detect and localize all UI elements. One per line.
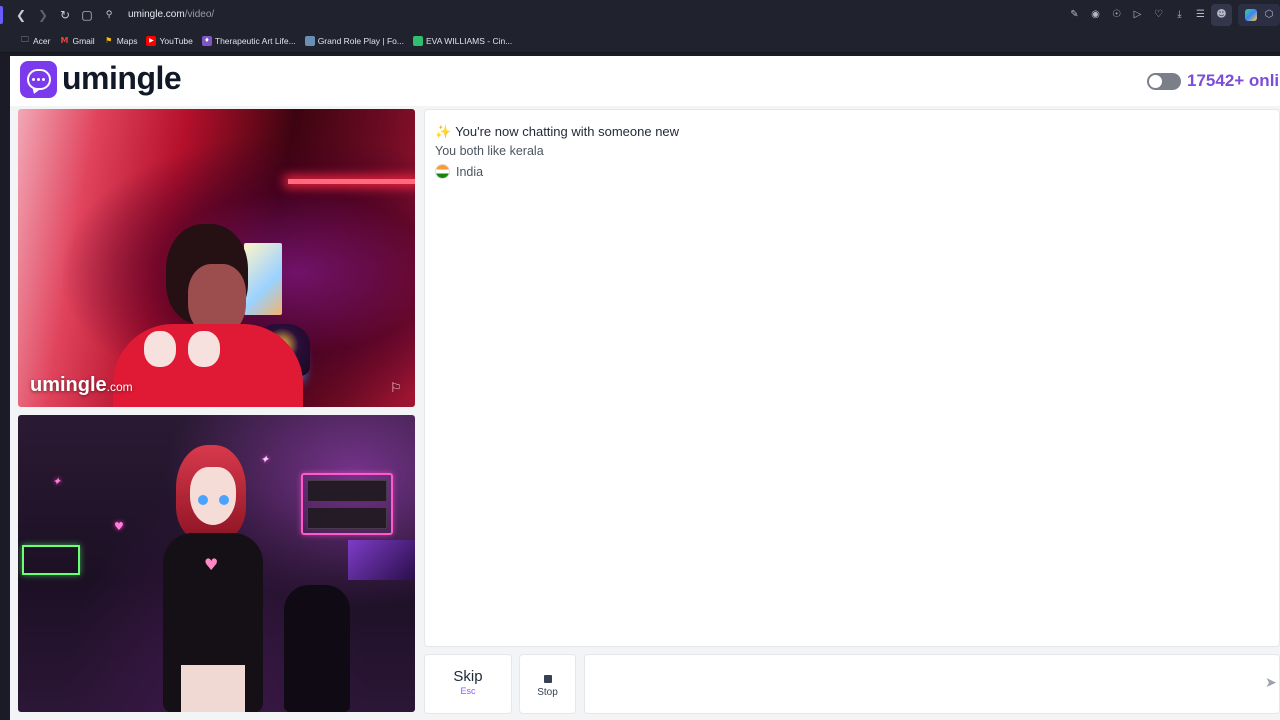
download-icon[interactable]: ⤓ [1169, 4, 1190, 26]
india-flag-icon [435, 164, 450, 179]
bookmarks-bar: 🗀 Acer M Gmail ⚑ Maps ▶ YouTube ♦ Therapeutic… [0, 29, 1280, 53]
edit-icon[interactable]: ✎ [1064, 4, 1085, 26]
gaming-chair [284, 585, 350, 712]
gmail-icon: M [60, 36, 69, 45]
menu-icon[interactable]: ☰ [1190, 4, 1211, 26]
url-host: umingle.com [128, 9, 185, 20]
neon-decoration: ✦ [52, 475, 62, 488]
bookmark-label: Acer [33, 35, 51, 46]
headphones [144, 331, 220, 369]
shield-icon[interactable]: ☉ [1106, 4, 1127, 26]
page: umingle 17542+ onli umingle.com ⚐ ✦ ✦ ♥ … [10, 56, 1280, 720]
chat-panel: ✨ You're now chatting with someone new Yo… [424, 109, 1280, 647]
neon-light [288, 179, 415, 184]
folder-icon: 🗀 [21, 34, 29, 44]
bookmark-icon [413, 35, 423, 46]
back-icon[interactable]: ❮ [10, 4, 32, 26]
maps-icon: ⚑ [105, 36, 113, 45]
stop-icon [543, 675, 552, 683]
puzzle-icon[interactable]: ⬡ [1261, 4, 1277, 26]
report-flag-icon[interactable]: ⚐ [390, 381, 402, 396]
country-name: India [456, 164, 484, 179]
bookmark-grand-role-play[interactable]: Grand Role Play | Fo... [304, 35, 404, 46]
system-message: ✨ You're now chatting with someone new [435, 124, 679, 140]
sparkles-icon: ✨ [435, 125, 452, 140]
neon-sign-frame [22, 545, 80, 575]
bookmark-label: Gmail [72, 35, 95, 46]
bookmark-label: Maps [116, 35, 138, 46]
bookmark-gmail[interactable]: M Gmail [59, 35, 95, 46]
send-icon[interactable]: ➤ [1265, 675, 1277, 691]
watermark-brand: umingle [30, 374, 107, 396]
skip-label: Skip [453, 668, 483, 685]
skip-hint: Esc [460, 686, 476, 696]
bookmark-icon: ♦ [201, 35, 212, 46]
bookmark-label: YouTube [159, 35, 193, 46]
camera-icon[interactable]: ◉ [1085, 4, 1106, 26]
reload-icon[interactable]: ↻ [54, 4, 76, 26]
site-info-icon[interactable]: ▢ [76, 4, 98, 26]
stranger-video: umingle.com ⚐ [18, 109, 415, 407]
youtube-icon: ▶ [146, 35, 157, 46]
brand-logo[interactable]: umingle [62, 60, 182, 97]
forward-icon[interactable]: ❯ [32, 4, 54, 26]
message-input[interactable] [584, 654, 1280, 714]
background-monitor [244, 243, 282, 315]
heart-icon: ♥ [204, 555, 219, 574]
neon-decoration: ♥ [114, 520, 124, 533]
bookmark-icon [304, 35, 315, 46]
background-screen [348, 540, 415, 580]
lock-icon[interactable]: ⚲ [98, 4, 120, 26]
bookmark-youtube[interactable]: ▶ YouTube [146, 35, 193, 46]
bookmark-label: EVA WILLIAMS - Cin... [426, 35, 513, 46]
url-path: /video/ [184, 9, 215, 20]
bookmark-label: Grand Role Play | Fo... [317, 35, 404, 46]
bookmark-label: Therapeutic Art Life... [214, 35, 296, 46]
url-field[interactable]: umingle.com/video/ [128, 9, 214, 20]
extensions-group: ⬡ [1238, 3, 1280, 26]
theme-toggle[interactable] [1147, 73, 1181, 90]
chat-title: You're now chatting with someone new [455, 124, 680, 139]
chat-bubble-icon[interactable] [20, 61, 57, 98]
bookmark-maps[interactable]: ⚑ Maps [104, 35, 138, 46]
tab-edge [0, 6, 3, 24]
stop-button[interactable]: Stop [519, 654, 576, 714]
video-watermark: umingle.com [30, 374, 133, 397]
avatar-face [190, 467, 236, 525]
site-header: umingle 17542+ onli [10, 56, 1280, 106]
bookmark-eva-williams[interactable]: EVA WILLIAMS - Cin... [413, 35, 513, 46]
avatar-eye [219, 495, 229, 505]
bookmark-acer[interactable]: 🗀 Acer [20, 34, 51, 46]
self-video: ✦ ✦ ♥ ♥ [18, 415, 415, 712]
skip-button[interactable]: Skip Esc [424, 654, 512, 714]
browser-toolbar: ❮ ❯ ↻ ▢ ⚲ umingle.com/video/ ✎ ◉ ☉ ▷ ♡ ⤓… [0, 0, 1280, 29]
profile-icon[interactable]: ☻ [1211, 3, 1232, 26]
heart-icon[interactable]: ♡ [1148, 4, 1169, 26]
avatar-legs [181, 665, 245, 712]
stop-label: Stop [537, 687, 558, 698]
play-icon[interactable]: ▷ [1127, 4, 1148, 26]
watermark-suffix: .com [106, 380, 133, 394]
extension-icon[interactable] [1245, 8, 1257, 21]
bookmark-therapeutic[interactable]: ♦ Therapeutic Art Life... [201, 35, 296, 46]
common-interest: You both like kerala [435, 144, 544, 158]
neon-sign-frame [301, 473, 393, 535]
chat-controls: Skip Esc Stop ➤ [424, 654, 1280, 714]
country-info: India [435, 164, 483, 179]
avatar-eye [198, 495, 208, 505]
online-count: 17542+ onli [1187, 71, 1280, 90]
neon-decoration: ✦ [260, 453, 270, 466]
